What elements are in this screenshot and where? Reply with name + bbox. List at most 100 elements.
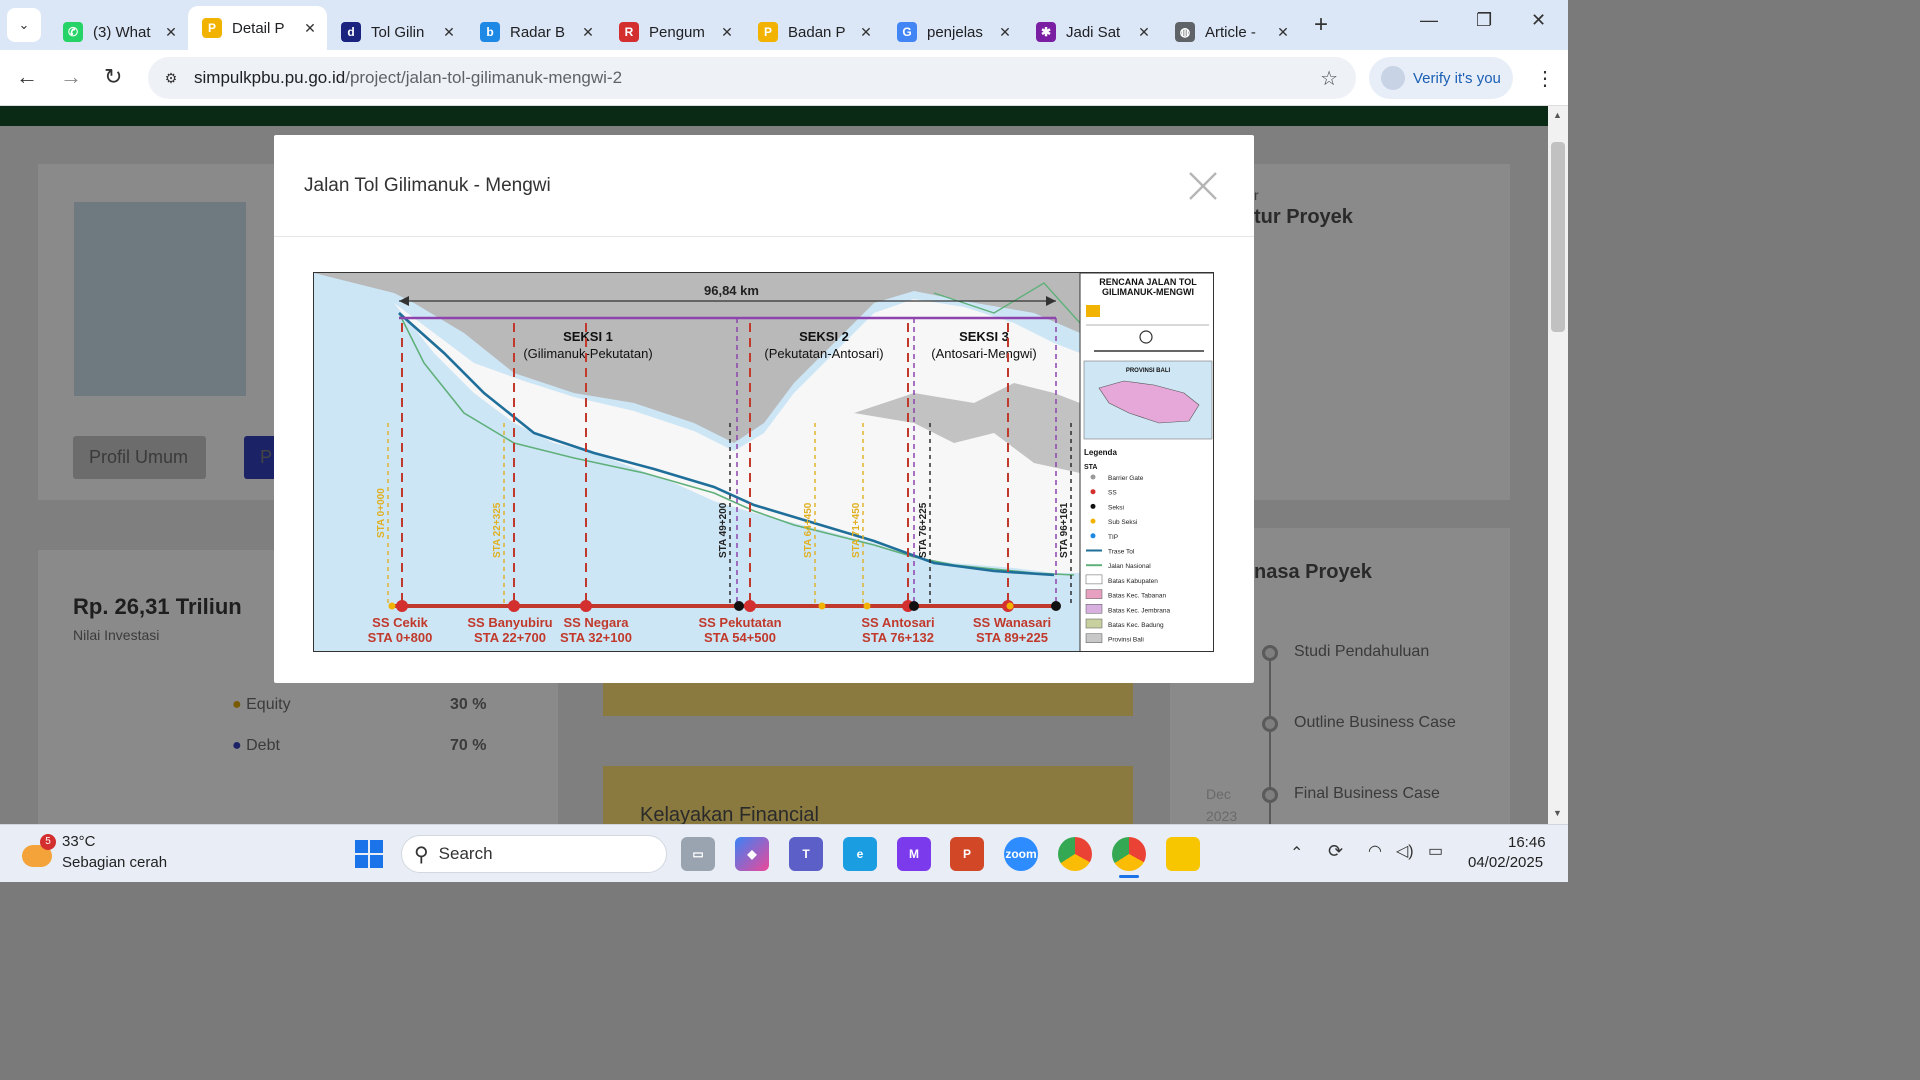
browser-tab[interactable]: ✱ Jadi Sat ✕	[1022, 14, 1161, 50]
tab-close-icon[interactable]: ✕	[996, 24, 1014, 41]
legend-swatch	[1085, 633, 1103, 643]
legend-item-label: Batas Kabupaten	[1108, 578, 1158, 585]
tab-close-icon[interactable]: ✕	[1274, 24, 1292, 41]
close-window-button[interactable]: ✕	[1531, 10, 1546, 31]
page-scrollbar[interactable]: ▲ ▼	[1548, 106, 1568, 824]
tab-close-icon[interactable]: ✕	[857, 24, 875, 41]
scrollbar-thumb[interactable]	[1551, 142, 1565, 332]
task-view-icon[interactable]: ▭	[681, 837, 715, 871]
seksi-marker	[1051, 601, 1061, 611]
equity-value: 30 %	[450, 696, 487, 713]
clock-date[interactable]: 04/02/2025	[1468, 854, 1543, 871]
powerpoint-icon[interactable]: P	[950, 837, 984, 871]
station-name: SS Wanasari	[973, 615, 1051, 630]
url-text[interactable]: simpulkpbu.pu.go.id/project/jalan-tol-gi…	[194, 68, 622, 88]
url-path: /project/jalan-tol-gilimanuk-mengwi-2	[345, 68, 623, 87]
tab-profil-umum[interactable]: Profil Umum	[73, 436, 206, 479]
browser-tab[interactable]: d Tol Gilin ✕	[327, 14, 466, 50]
station-name: SS Pekutatan	[698, 615, 781, 630]
browser-tab[interactable]: P Badan P ✕	[744, 14, 883, 50]
project-thumbnail[interactable]	[74, 202, 246, 396]
legend-title-2: GILIMANUK-MENGWI	[1102, 287, 1194, 297]
tab-close-icon[interactable]: ✕	[162, 24, 180, 41]
tab-close-icon[interactable]: ✕	[440, 24, 458, 41]
restore-button[interactable]: ❐	[1476, 10, 1492, 31]
modal-title: Jalan Tol Gilimanuk - Mengwi	[304, 175, 551, 196]
browser-menu-icon[interactable]: ⋮	[1535, 66, 1555, 91]
investment-value: Rp. 26,31 Triliun	[73, 594, 242, 619]
battery-icon[interactable]: ▭	[1428, 841, 1443, 861]
timeline-dot	[1262, 787, 1278, 803]
timeline-dot	[1262, 716, 1278, 732]
verify-profile-button[interactable]: Verify it's you	[1369, 57, 1513, 99]
chrome-icon[interactable]	[1058, 837, 1092, 871]
browser-toolbar: ← → ↻ ⚙ simpulkpbu.pu.go.id/project/jala…	[0, 50, 1568, 106]
distance-label: 96,84 km	[704, 283, 759, 298]
chrome-profile-icon[interactable]	[1112, 837, 1146, 871]
legend-swatch	[1090, 518, 1096, 524]
browser-tab[interactable]: ✆ (3) What ✕	[49, 14, 188, 50]
station-name: SS Cekik	[372, 615, 428, 630]
section-name: SEKSI 1	[563, 329, 613, 344]
legend-swatch	[1090, 503, 1096, 509]
tab-title: Detail P	[232, 19, 285, 37]
station-sta: STA 32+100	[560, 630, 632, 645]
close-icon[interactable]	[1186, 169, 1220, 203]
google-icon: G	[897, 22, 917, 42]
browser-tab[interactable]: ◍ Article - ✕	[1161, 14, 1300, 50]
chevron-up-icon[interactable]: ⌃	[1290, 843, 1303, 863]
forward-button[interactable]: →	[60, 64, 82, 90]
station-sta: STA 0+800	[368, 630, 433, 645]
address-bar[interactable]: ⚙ simpulkpbu.pu.go.id/project/jalan-tol-…	[148, 57, 1356, 99]
detik-icon: d	[341, 22, 361, 42]
route-map-image[interactable]: 96,84 km SEKSI 1 (Gilimanuk-Pekutatan) SEK…	[313, 272, 1214, 652]
wifi-icon[interactable]: ◠	[1368, 841, 1382, 861]
tab-search-button[interactable]: ⌄	[7, 8, 41, 42]
tab-close-icon[interactable]: ✕	[301, 20, 319, 37]
rs-icon: R	[619, 22, 639, 42]
back-button[interactable]: ←	[16, 64, 38, 90]
edge-icon[interactable]: e	[843, 837, 877, 871]
tab-title: Radar B	[510, 23, 566, 41]
section-name: SEKSI 2	[799, 329, 849, 344]
browser-tab[interactable]: P Detail P ✕	[188, 6, 327, 50]
reload-button[interactable]: ↻	[104, 64, 122, 90]
sub-seksi-marker	[1006, 602, 1014, 610]
zoom-icon[interactable]: zoom	[1004, 837, 1038, 871]
scroll-up-icon[interactable]: ▲	[1553, 110, 1562, 120]
site-header-bar	[0, 106, 1548, 126]
m365-icon[interactable]: M	[897, 837, 931, 871]
struktur-title-pre: r	[1254, 187, 1259, 203]
start-button[interactable]	[352, 837, 386, 871]
tab-close-icon[interactable]: ✕	[718, 24, 736, 41]
debt-value: 70 %	[450, 737, 487, 754]
weather-widget[interactable]: 5	[22, 834, 56, 867]
volume-icon[interactable]: ◁)	[1396, 841, 1414, 861]
tab-close-icon[interactable]: ✕	[579, 24, 597, 41]
minimize-button[interactable]: —	[1420, 10, 1438, 31]
section-sub: (Antosari-Mengwi)	[931, 346, 1036, 361]
station-marker	[508, 600, 520, 612]
browser-tab[interactable]: R Pengum ✕	[605, 14, 744, 50]
taskbar-search[interactable]: ⚲ Search	[401, 835, 667, 873]
clock-time[interactable]: 16:46	[1508, 834, 1546, 851]
tab-profil-umum-label: Profil Umum	[89, 447, 189, 467]
browser-tab[interactable]: b Radar B ✕	[466, 14, 605, 50]
struktur-title: tur Proyek	[1254, 206, 1353, 228]
scroll-down-icon[interactable]: ▼	[1553, 808, 1562, 818]
teams-icon[interactable]: T	[789, 837, 823, 871]
station-marker	[744, 600, 756, 612]
new-tab-button[interactable]: +	[1304, 8, 1338, 42]
copilot-icon[interactable]: ◆	[735, 837, 769, 871]
sticky-notes-icon[interactable]	[1166, 837, 1200, 871]
site-info-icon[interactable]: ⚙	[160, 67, 182, 89]
globe-icon: ◍	[1175, 22, 1195, 42]
bookmark-star-icon[interactable]: ☆	[1320, 66, 1338, 91]
tab-strip: ⌄ ✆ (3) What ✕ P Detail P ✕ d Tol Gilin ✕ b Radar …	[0, 0, 1568, 50]
chevron-down-icon: ⌄	[18, 17, 30, 32]
station-marker	[396, 600, 408, 612]
sync-icon[interactable]: ⟳	[1328, 841, 1343, 862]
legend-swatch	[1085, 604, 1103, 614]
browser-tab[interactable]: Gpenjelas ✕	[883, 14, 1022, 50]
tab-close-icon[interactable]: ✕	[1135, 24, 1153, 41]
